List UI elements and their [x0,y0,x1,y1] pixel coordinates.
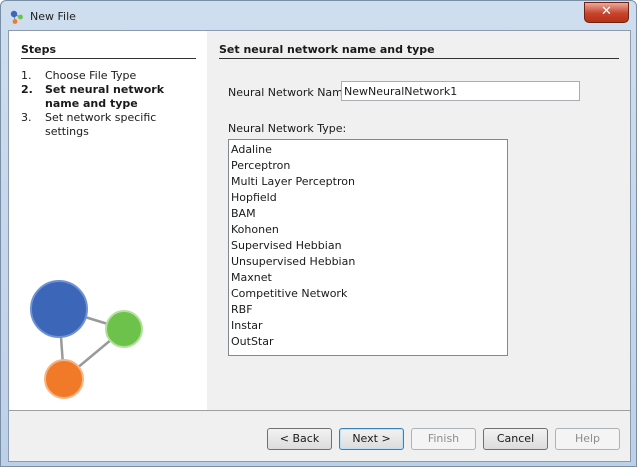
cancel-button[interactable]: Cancel [483,428,548,450]
back-button[interactable]: < Back [267,428,332,450]
neuroph-app-icon [10,10,23,24]
step-number: 1. [21,69,32,82]
step-number: 2. [21,83,33,96]
network-type-item-perceptron[interactable]: Perceptron [229,158,507,174]
footer-divider [9,410,630,411]
network-type-item-bam[interactable]: BAM [229,206,507,222]
close-icon: ✕ [601,4,612,19]
settings-pane: Set neural network name and type Neural … [207,31,630,410]
finish-button[interactable]: Finish [411,428,476,450]
steps-divider [21,58,196,59]
step-set-name-and-type: 2. Set neural network name and type [21,83,201,111]
step-choose-file-type: 1. Choose File Type [21,69,201,83]
help-button[interactable]: Help [555,428,620,450]
network-name-label: Neural Network Name: [228,86,354,99]
title-bar[interactable]: New File ✕ [1,1,636,31]
network-type-label: Neural Network Type: [228,122,347,135]
panel-divider [219,58,619,59]
next-button[interactable]: Next > [339,428,404,450]
network-type-item-rbf[interactable]: RBF [229,302,507,318]
network-type-item-hopfield[interactable]: Hopfield [229,190,507,206]
close-button[interactable]: ✕ [584,2,629,23]
step-label: Set neural network name and type [45,83,165,110]
network-type-item-competitive-network[interactable]: Competitive Network [229,286,507,302]
window-title: New File [30,10,76,23]
step-number: 3. [21,111,32,124]
panel-title: Set neural network name and type [219,43,435,56]
network-type-item-unsupervised-hebbian[interactable]: Unsupervised Hebbian [229,254,507,270]
network-type-list[interactable]: Adaline Perceptron Multi Layer Perceptro… [228,139,508,356]
neural-network-graphic-icon [30,280,143,399]
network-type-item-instar[interactable]: Instar [229,318,507,334]
network-type-item-kohonen[interactable]: Kohonen [229,222,507,238]
step-network-settings: 3. Set network specific settings [21,111,201,139]
network-name-input[interactable] [341,81,580,101]
steps-title: Steps [21,43,57,56]
steps-pane: Steps 1. Choose File Type 2. Set neural … [9,31,207,410]
network-type-item-outstar[interactable]: OutStar [229,334,507,350]
network-type-item-supervised-hebbian[interactable]: Supervised Hebbian [229,238,507,254]
step-label: Set network specific settings [45,111,157,138]
network-type-item-adaline[interactable]: Adaline [229,142,507,158]
steps-list: 1. Choose File Type 2. Set neural networ… [21,69,201,139]
step-label: Choose File Type [45,69,137,82]
network-type-item-multi-layer-perceptron[interactable]: Multi Layer Perceptron [229,174,507,190]
dialog-content: Steps 1. Choose File Type 2. Set neural … [8,30,631,462]
network-type-item-maxnet[interactable]: Maxnet [229,270,507,286]
new-file-dialog: New File ✕ Steps 1. Choose File Type 2. … [0,0,637,467]
